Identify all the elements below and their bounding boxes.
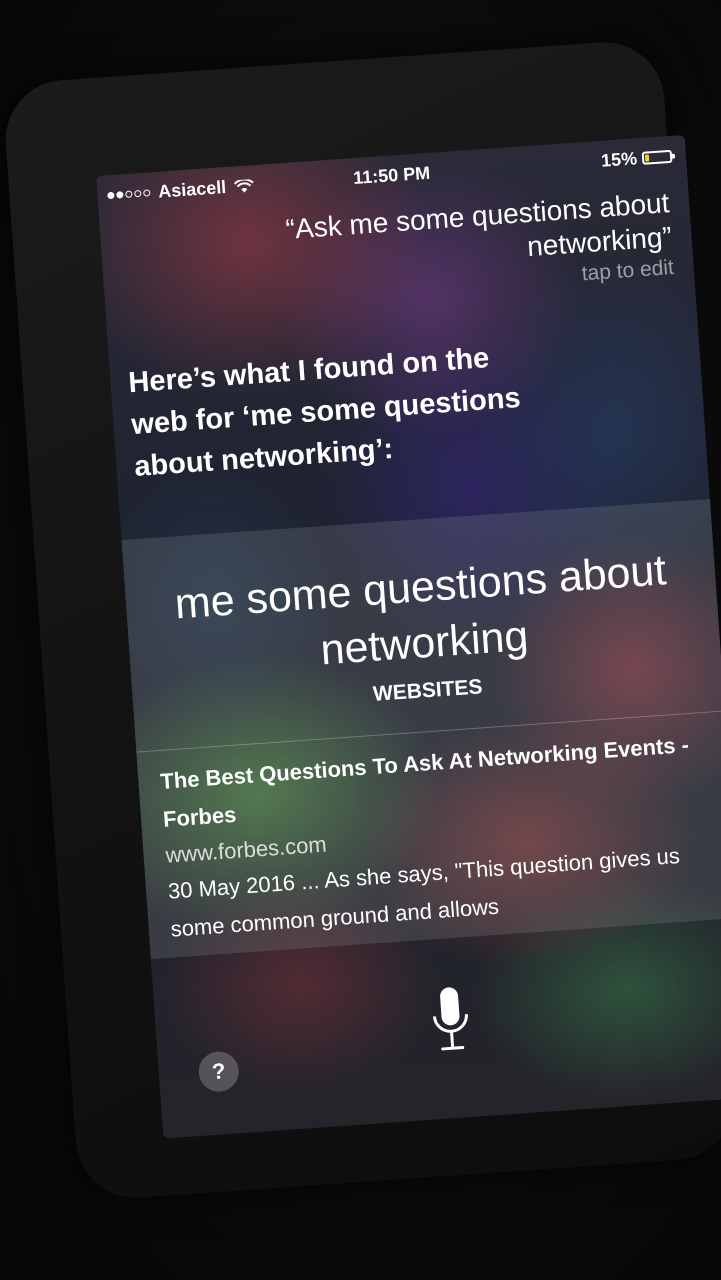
web-results-card: me some questions about networking WEBSI… [121,498,721,960]
web-result-item[interactable]: The Best Questions To Ask At Networking … [159,725,709,948]
status-right: 15% [600,146,673,172]
help-button[interactable]: ? [197,1050,241,1093]
microphone-icon[interactable] [428,984,473,1057]
siri-screen: Asiacell 11:50 PM 15% “Ask me some quest… [96,134,721,1139]
battery-level [644,154,650,162]
battery-percent: 15% [600,148,638,171]
tap-to-edit-hint[interactable]: tap to edit [581,256,675,286]
battery-icon [641,149,673,165]
siri-response: Here’s what I found on the web for ‘me s… [127,342,522,483]
